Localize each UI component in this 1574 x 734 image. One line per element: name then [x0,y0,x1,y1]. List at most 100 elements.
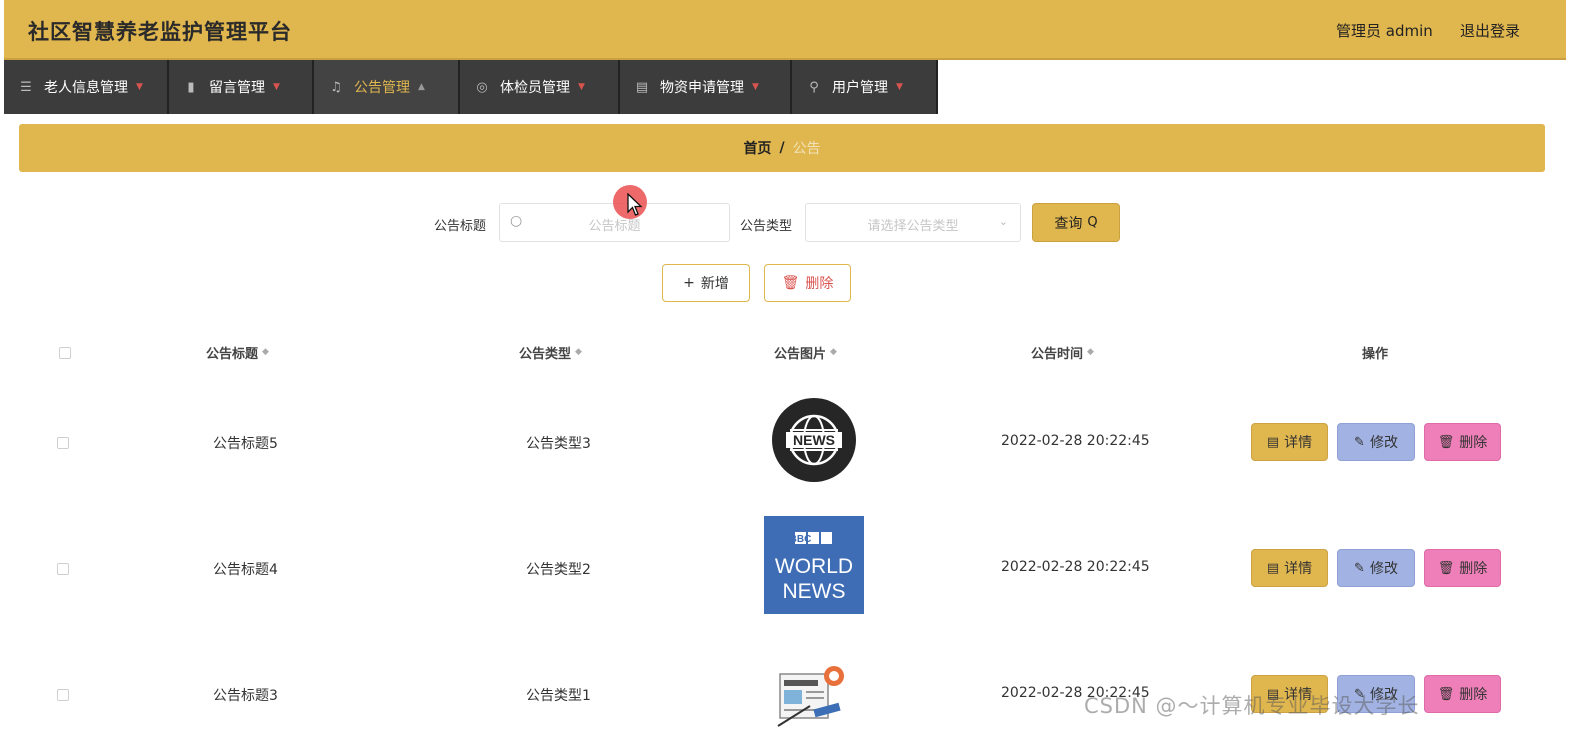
document-icon: ▤ [1266,560,1280,576]
add-button-label: 新增 [700,276,729,292]
batch-delete-button[interactable]: 🗑 删除 [764,264,851,302]
type-filter-label: 公告类型 [740,219,793,234]
nav-item-label: 物资申请管理 [660,80,744,96]
row-type: 公告类型2 [526,562,591,578]
app-title: 社区智慧养老监护管理平台 [28,20,292,44]
list-icon: ☰ [20,79,32,95]
mouse-pointer-icon [627,193,643,216]
delete-button[interactable]: 🗑 删除 [1424,675,1501,713]
nav-item-supply-requests[interactable]: ▤ 物资申请管理 ▼ [620,60,792,114]
bbc-logo-letter: BBC [790,534,812,545]
nav-item-examiners[interactable]: ◎ 体检员管理 ▼ [460,60,620,114]
row-type: 公告类型1 [526,688,591,704]
detail-button[interactable]: ▤ 详情 [1251,549,1328,587]
detail-button[interactable]: ▤ 详情 [1251,423,1328,461]
row-time: 2022-02-28 20:22:45 [1001,433,1150,449]
column-header-type[interactable]: 公告类型 ◆ [519,343,582,362]
bell-icon: ♫ [330,79,342,95]
top-header: 社区智慧养老监护管理平台 管理员 admin 退出登录 [4,0,1566,60]
breadcrumb-current: 公告 [792,141,821,157]
column-header-time[interactable]: 公告时间 ◆ [1031,343,1094,362]
nav-item-label: 老人信息管理 [44,80,128,96]
nav-item-announcements[interactable]: ♫ 公告管理 ▲ [314,60,460,114]
admin-label: 管理员 admin [1336,22,1433,40]
delete-button-label: 删除 [1459,435,1488,451]
user-circle-icon: ◎ [476,79,488,95]
chevron-down-icon: ▼ [136,82,143,92]
row-time: 2022-02-28 20:22:45 [1001,559,1150,575]
row-title: 公告标题3 [213,688,278,704]
nav-item-elderly-info[interactable]: ☰ 老人信息管理 ▼ [4,60,169,114]
document-icon: ▤ [635,79,649,95]
row-type: 公告类型3 [526,436,591,452]
bbc-world-news-logo: BBC WORLD NEWS [764,516,864,614]
plus-icon: + [683,275,695,291]
detail-button-label: 详情 [1284,435,1313,451]
edit-button[interactable]: ✎ 修改 [1337,423,1415,461]
column-header-label: 操作 [1362,347,1389,362]
bar-chart-icon: ▮ [187,79,195,95]
chevron-down-icon: ▼ [896,82,903,92]
column-header-actions: 操作 [1362,343,1388,362]
app-page: 社区智慧养老监护管理平台 管理员 admin 退出登录 ☰ 老人信息管理 ▼ ▮… [0,0,1574,734]
column-header-label: 公告时间 [1031,347,1084,362]
nav-item-label: 体检员管理 [500,80,570,96]
detail-button-label: 详情 [1284,561,1313,577]
row-checkbox[interactable] [57,689,69,701]
search-form: 公告标题 ○ 公告标题 公告类型 请选择公告类型 ⌄ 查询 Q [0,203,1574,243]
row-title: 公告标题5 [213,436,278,452]
chevron-down-icon: ⌄ [998,215,1008,228]
delete-button-label: 删除 [1459,561,1488,577]
chevron-down-icon: ▼ [752,82,759,92]
breadcrumb: 首页 / 公告 [19,124,1545,172]
row-title: 公告标题4 [213,562,278,578]
chevron-down-icon: ▼ [273,82,280,92]
sort-icon: ◆ [262,347,269,357]
svg-text:NEWS: NEWS [793,432,835,448]
delete-button[interactable]: 🗑 删除 [1424,549,1501,587]
row-checkbox[interactable] [57,437,69,449]
type-select-placeholder: 请选择公告类型 [867,219,959,234]
edit-button-label: 修改 [1369,435,1398,451]
watermark: CSDN @～计算机专业毕设大学长 [1084,694,1420,718]
select-all-checkbox[interactable] [59,347,71,359]
sort-icon: ◆ [575,347,582,357]
trash-icon: 🗑 [1437,434,1455,450]
add-button[interactable]: + 新增 [662,264,750,302]
nav-item-label: 公告管理 [354,80,410,96]
edit-button[interactable]: ✎ 修改 [1337,549,1415,587]
column-header-title[interactable]: 公告标题 ◆ [206,343,269,362]
column-header-label: 公告标题 [206,347,259,362]
batch-delete-label: 删除 [805,276,834,292]
title-search-placeholder: 公告标题 [588,219,641,234]
logout-link[interactable]: 退出登录 [1460,20,1520,41]
row-checkbox[interactable] [57,563,69,575]
pencil-icon: ✎ [1354,434,1365,450]
column-header-label: 公告类型 [519,347,572,362]
search-icon: Q [1087,215,1098,230]
edit-button-label: 修改 [1369,561,1398,577]
document-icon: ▤ [1266,434,1280,450]
trash-icon: 🗑 [1437,560,1455,576]
nav-item-users[interactable]: ⚲ 用户管理 ▼ [792,60,938,114]
pencil-icon: ✎ [1354,560,1365,576]
nav-item-label: 留言管理 [209,80,265,96]
bbc-logo-world: WORLD [775,555,853,578]
column-header-image[interactable]: 公告图片 ◆ [774,343,837,362]
sort-icon: ◆ [1087,347,1094,357]
nav-item-messages[interactable]: ▮ 留言管理 ▼ [169,60,314,114]
chevron-down-icon: ▼ [578,82,585,92]
trash-icon: 🗑 [1437,686,1455,702]
type-select[interactable]: 请选择公告类型 ⌄ [805,203,1021,242]
delete-button[interactable]: 🗑 删除 [1424,423,1501,461]
delete-button-label: 删除 [1459,687,1488,703]
bbc-logo-news: NEWS [783,580,846,603]
chevron-up-icon: ▲ [418,82,425,92]
trash-icon: 🗑 [781,275,800,291]
breadcrumb-home[interactable]: 首页 [743,138,771,158]
query-button[interactable]: 查询 Q [1032,203,1120,242]
query-button-label: 查询 [1054,215,1083,232]
column-header-label: 公告图片 [774,347,827,362]
sort-icon: ◆ [830,347,837,357]
nav-item-label: 用户管理 [832,80,888,96]
